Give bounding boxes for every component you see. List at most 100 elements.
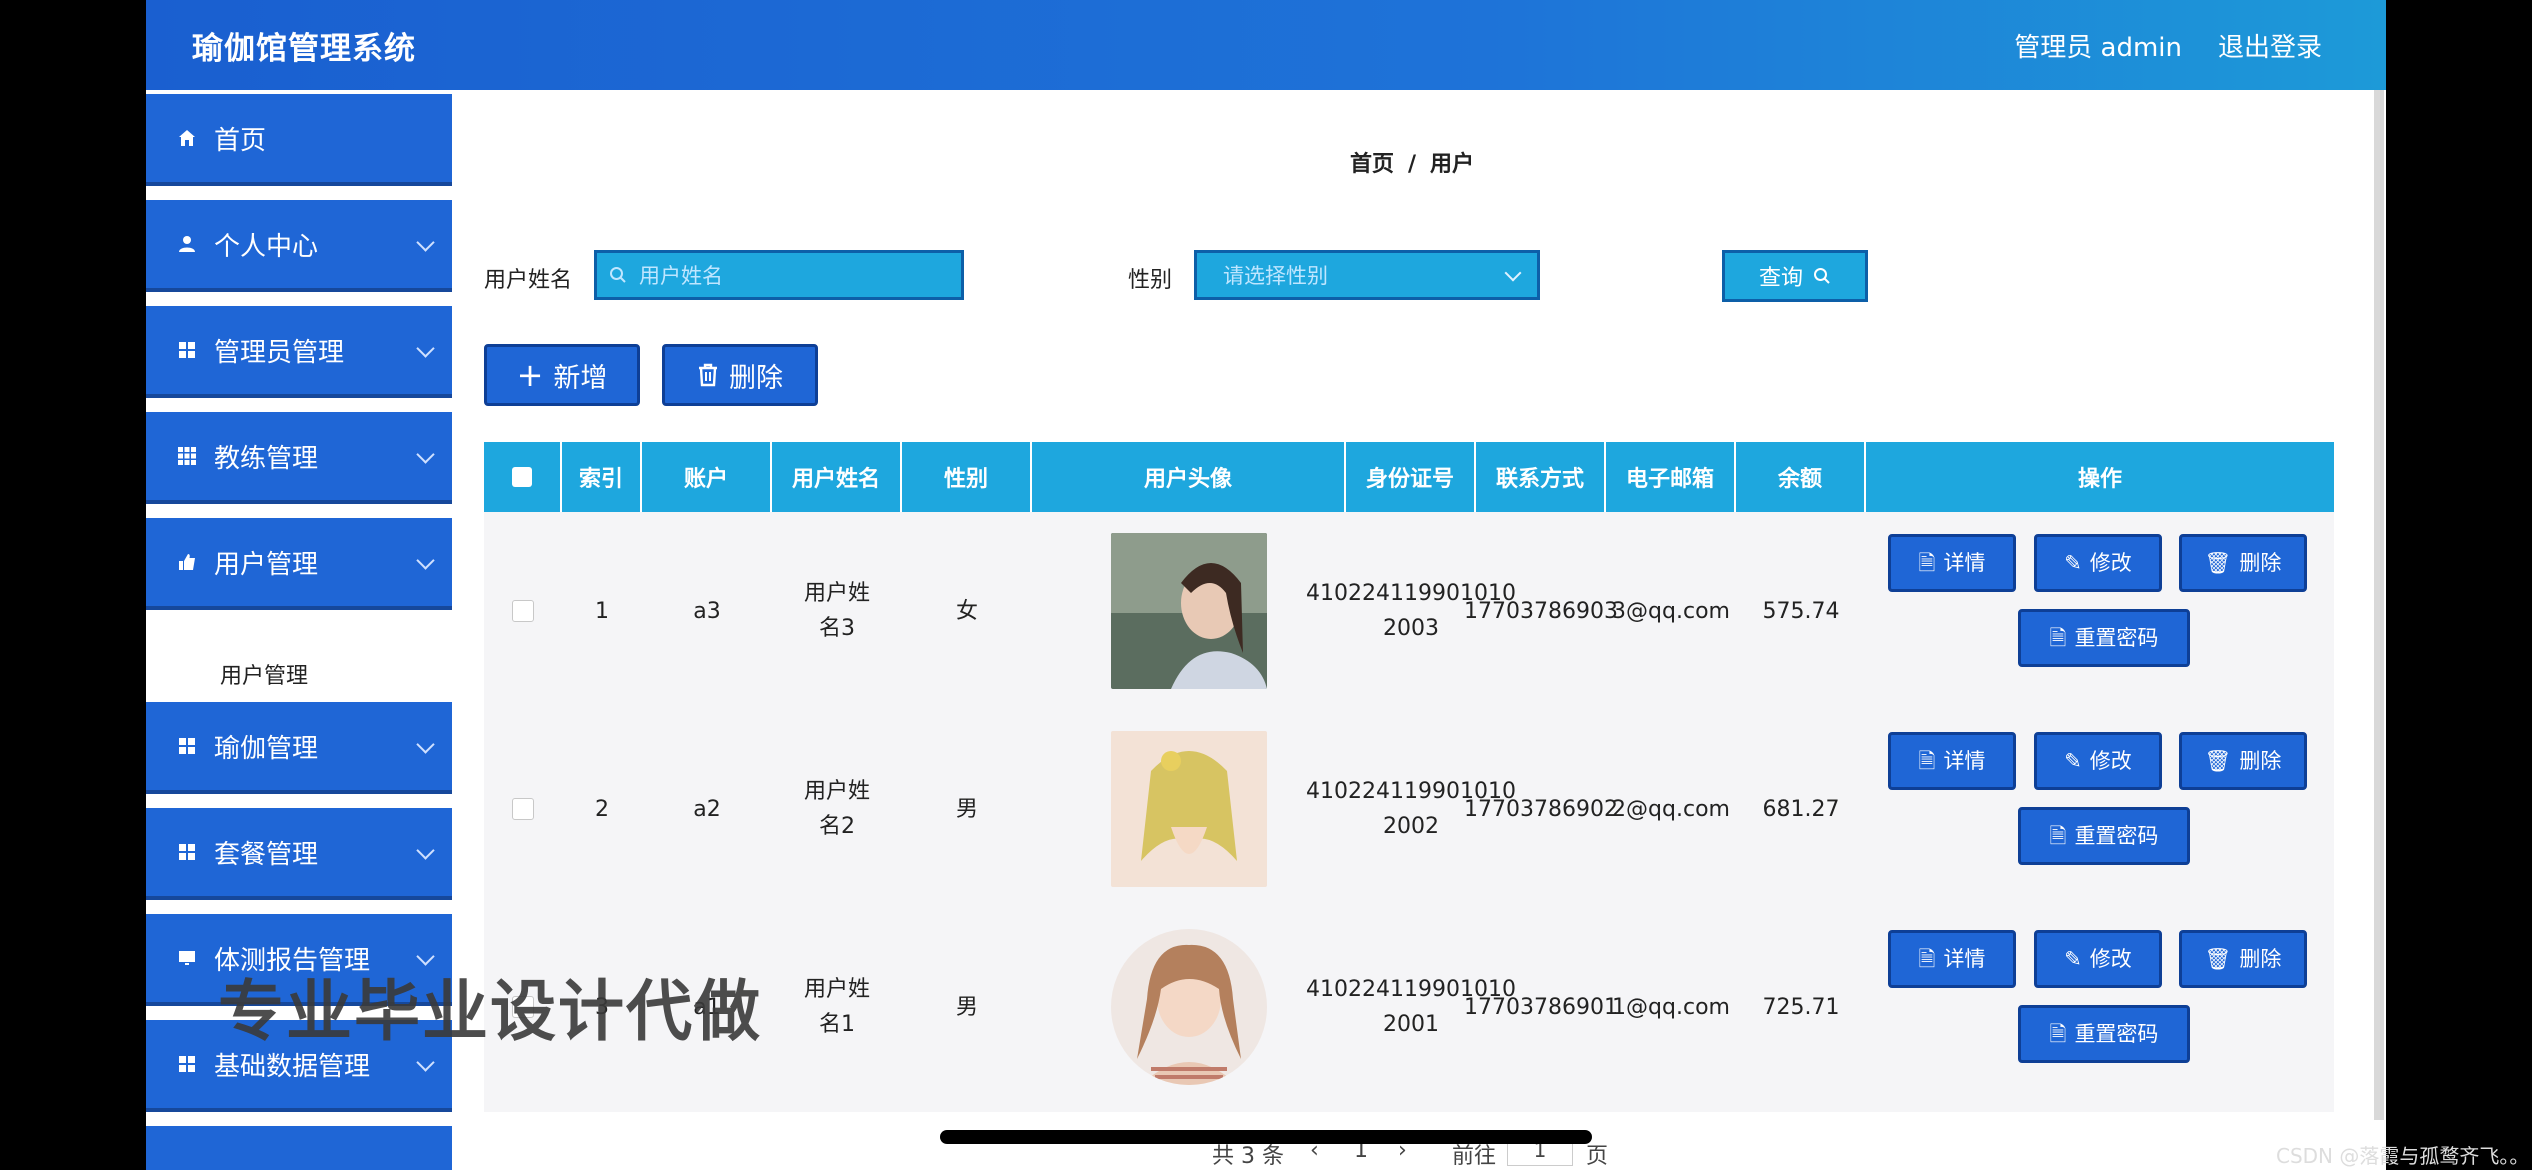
edit-label: 修改 (2089, 946, 2132, 971)
grid-icon (176, 841, 198, 863)
table-row: 1 a3 用户姓名3 女 410224119901010 2003 177037… (484, 512, 2334, 710)
edit-button[interactable]: ✎ 修改 (2034, 930, 2162, 988)
sidebar-item-label: 个人中心 (214, 231, 319, 262)
detail-label: 详情 (1943, 550, 1986, 575)
cell-balance: 575.74 (1762, 598, 1840, 624)
reset-label: 重置密码 (2074, 625, 2159, 650)
query-button[interactable]: 查询 (1722, 250, 1868, 302)
header-name: 用户姓名 (772, 442, 902, 512)
reset-password-button[interactable]: 🗎 重置密码 (2018, 609, 2190, 667)
document-icon: 🗎 (2049, 823, 2067, 848)
detail-label: 详情 (1943, 946, 1986, 971)
edit-button[interactable]: ✎ 修改 (2034, 732, 2162, 790)
cell-index: 2 (595, 796, 609, 822)
delete-label: 删除 (2239, 550, 2282, 575)
grid-icon (176, 735, 198, 757)
header-email: 电子邮箱 (1606, 442, 1736, 512)
table-header: 索引 账户 用户姓名 性别 用户头像 身份证号 联系方式 电子邮箱 余额 操作 (484, 442, 2334, 512)
cell-name: 用户姓名2 (803, 779, 870, 839)
cell-phone: 17703786903 (1464, 598, 1618, 624)
sidebar-item-more[interactable] (146, 1126, 452, 1170)
delete-row-button[interactable]: 🗑 删除 (2179, 732, 2307, 790)
logout-link[interactable]: 退出登录 (2218, 27, 2322, 64)
sidebar-item-personal[interactable]: 个人中心 (146, 200, 452, 292)
cell-balance: 725.71 (1762, 994, 1840, 1020)
user-icon (176, 233, 198, 255)
header-actions: 操作 (2077, 467, 2122, 492)
watermark: CSDN @落霞与孤鹜齐飞。。 (2276, 1144, 2530, 1168)
query-button-label: 查询 (1758, 266, 1803, 291)
grid-icon (176, 1053, 198, 1075)
pencil-icon: ✎ (2064, 550, 2082, 575)
sidebar-item-coach[interactable]: 教练管理 (146, 412, 452, 504)
cell-idno: 410224119901010 2001 (1306, 977, 1516, 1037)
admin-user-link[interactable]: 管理员 admin (2014, 27, 2182, 64)
edit-label: 修改 (2089, 550, 2132, 575)
top-bar: 瑜伽馆管理系统 管理员 admin 退出登录 (146, 0, 2386, 90)
vertical-scrollbar[interactable] (2374, 90, 2384, 1120)
chevron-down-icon (416, 735, 435, 754)
delete-row-button[interactable]: 🗑 删除 (2179, 930, 2307, 988)
home-indicator (940, 1130, 1592, 1144)
sidebar-item-home[interactable]: 首页 (146, 94, 452, 186)
thumbs-up-icon (176, 551, 198, 573)
cell-actions: 🗎 详情 ✎ 修改 🗑 删除 🗎 重置密码 (1866, 908, 2334, 1106)
detail-button[interactable]: 🗎 详情 (1888, 732, 2016, 790)
sidebar-item-package[interactable]: 套餐管理 (146, 808, 452, 900)
reset-password-button[interactable]: 🗎 重置密码 (2018, 807, 2190, 865)
edit-label: 修改 (2089, 748, 2132, 773)
avatar (1111, 731, 1267, 887)
breadcrumb: 首页 / 用户 (452, 146, 2372, 178)
sidebar-item-admin[interactable]: 管理员管理 (146, 306, 452, 398)
chevron-down-icon (416, 339, 435, 358)
breadcrumb-home[interactable]: 首页 (1350, 152, 1394, 177)
row-checkbox[interactable] (512, 600, 534, 622)
pencil-icon: ✎ (2064, 946, 2082, 971)
document-icon: 🗎 (2049, 625, 2067, 650)
batch-delete-button[interactable]: 删除 (662, 344, 818, 406)
name-search-label: 用户姓名 (484, 268, 573, 293)
detail-button[interactable]: 🗎 详情 (1888, 534, 2016, 592)
cell-phone: 17703786902 (1464, 796, 1618, 822)
cell-actions: 🗎 详情 ✎ 修改 🗑 删除 🗎 重置密码 (1866, 512, 2334, 710)
name-search-input[interactable]: 用户姓名 (594, 250, 964, 300)
avatar (1111, 533, 1267, 689)
cell-index: 1 (595, 598, 609, 624)
cell-actions: 🗎 详情 ✎ 修改 🗑 删除 🗎 重置密码 (1866, 710, 2334, 908)
detail-button[interactable]: 🗎 详情 (1888, 930, 2016, 988)
avatar-cell (1032, 512, 1346, 710)
table-row: 2 a2 用户姓名2 男 410224119901010 2002 177037… (484, 710, 2334, 908)
select-all-cell (484, 442, 562, 512)
delete-label: 删除 (2239, 946, 2282, 971)
name-search-placeholder: 用户姓名 (639, 264, 723, 288)
monitor-icon (176, 947, 198, 969)
trash-icon: 🗑 (2204, 748, 2232, 773)
avatar-cell (1032, 710, 1346, 908)
cell-account: a3 (693, 598, 721, 624)
document-icon: 🗎 (1918, 748, 1936, 773)
avatar (1111, 929, 1267, 1085)
reset-password-button[interactable]: 🗎 重置密码 (2018, 1005, 2190, 1063)
cell-email: 1@qq.com (1612, 994, 1730, 1020)
search-icon (609, 266, 627, 284)
delete-row-button[interactable]: 🗑 删除 (2179, 534, 2307, 592)
select-all-checkbox[interactable] (512, 467, 532, 487)
sidebar-item-label: 管理员管理 (214, 337, 345, 368)
plus-icon: + (516, 356, 544, 394)
avatar-cell (1032, 908, 1346, 1106)
reset-label: 重置密码 (2074, 823, 2159, 848)
cell-idno: 410224119901010 2002 (1306, 779, 1516, 839)
gender-select-placeholder: 请选择性别 (1223, 264, 1328, 288)
row-checkbox[interactable] (512, 798, 534, 820)
sidebar-item-label: 瑜伽管理 (214, 733, 319, 764)
detail-label: 详情 (1943, 748, 1986, 773)
cell-name: 用户姓名1 (803, 977, 870, 1037)
sidebar-item-yoga[interactable]: 瑜伽管理 (146, 702, 452, 794)
edit-button[interactable]: ✎ 修改 (2034, 534, 2162, 592)
document-icon: 🗎 (2049, 1021, 2067, 1046)
gender-select[interactable]: 请选择性别 (1194, 250, 1540, 300)
sidebar-item-users[interactable]: 用户管理 (146, 518, 452, 610)
add-button[interactable]: + 新增 (484, 344, 640, 406)
breadcrumb-current: 用户 (1430, 152, 1475, 177)
chevron-down-icon (416, 841, 435, 860)
